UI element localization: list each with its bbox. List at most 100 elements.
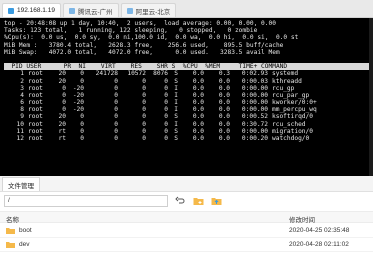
process-cpu: 0.0 xyxy=(192,84,204,92)
process-cmd: mm_percpu_wq xyxy=(272,106,317,114)
process-ni: 0 xyxy=(80,113,84,121)
process-row: 1 root 20 0 241728 10572 8076 S 0.0 0.3 0:02.93 sys… xyxy=(4,70,369,77)
process-res: 0 xyxy=(142,99,146,107)
folder-icon xyxy=(6,227,15,234)
process-mem: 0.0 xyxy=(218,99,230,107)
process-ni: -20 xyxy=(72,106,84,114)
process-s: I xyxy=(174,99,178,107)
process-shr: 0 xyxy=(164,106,168,114)
process-shr: 0 xyxy=(164,99,168,107)
file-row[interactable]: dev 2020-04-28 02:11:02 xyxy=(0,238,373,252)
process-mem: 0.0 xyxy=(218,127,230,135)
process-cpu: 0.0 xyxy=(192,77,204,85)
process-pid: 11 xyxy=(16,127,24,135)
folder-icon xyxy=(6,241,15,248)
process-pr: 0 xyxy=(62,84,66,92)
process-res: 0 xyxy=(142,120,146,128)
process-user: root xyxy=(28,84,43,92)
process-time: 0:00.00 xyxy=(241,127,268,135)
process-pid: 9 xyxy=(20,113,24,121)
process-pr: rt xyxy=(58,127,66,135)
process-time: 0:00.00 xyxy=(241,84,268,92)
process-time: 0:00.00 xyxy=(241,106,268,114)
process-res: 0 xyxy=(142,113,146,121)
tab-session-aliyun[interactable]: 阿里云-北京 xyxy=(120,3,177,17)
process-row: 8 root 0 -20 0 0 0 I 0.0 0.0 0:00.00 mm_percpu_wq xyxy=(4,106,369,113)
process-mem: 0.0 xyxy=(218,113,230,121)
process-cmd: ksoftirqd/0 xyxy=(272,113,313,121)
tab-session-local[interactable]: 192.168.1.19 xyxy=(2,3,61,17)
process-user: root xyxy=(28,135,43,142)
process-pr: 20 xyxy=(58,70,66,78)
process-cpu: 0.0 xyxy=(192,91,204,99)
tab-file-manager[interactable]: 文件管理 xyxy=(2,177,40,191)
process-pr: 0 xyxy=(62,106,66,114)
top-summary-line: top - 20:48:08 up 1 day, 10:40, 2 users,… xyxy=(4,20,276,27)
terminal-output[interactable]: top - 20:48:08 up 1 day, 10:40, 2 users,… xyxy=(0,18,373,176)
back-icon[interactable] xyxy=(174,195,186,207)
process-mem: 0.0 xyxy=(218,91,230,99)
process-pid: 8 xyxy=(20,106,24,114)
tab-label: 阿里云-北京 xyxy=(135,8,171,16)
process-row: 9 root 20 0 0 0 0 S 0.0 0.0 0:00.52 ksoftirqd/0 xyxy=(4,113,369,120)
process-virt: 0 xyxy=(114,127,118,135)
process-pid: 10 xyxy=(16,120,24,128)
file-manager-tabbar: 文件管理 xyxy=(0,176,373,192)
process-virt: 0 xyxy=(114,77,118,85)
process-pid: 2 xyxy=(20,77,24,85)
terminal-icon xyxy=(68,7,75,14)
process-virt: 0 xyxy=(114,91,118,99)
tab-label: 192.168.1.19 xyxy=(17,7,55,14)
file-row[interactable]: boot 2020-04-25 02:35:48 xyxy=(0,224,373,238)
process-time: 0:02.93 xyxy=(241,70,268,78)
process-res: 0 xyxy=(142,91,146,99)
process-res: 0 xyxy=(142,77,146,85)
process-virt: 241728 xyxy=(95,70,118,78)
process-pr: rt xyxy=(58,135,66,142)
process-row: 12 root rt 0 0 0 0 S 0.0 0.0 0:00.20 watchdog/0 xyxy=(4,135,369,142)
process-pid: 12 xyxy=(16,135,24,142)
process-s: S xyxy=(174,70,178,78)
process-ni: -20 xyxy=(72,99,84,107)
process-row: 2 root 20 0 0 0 0 S 0.0 0.0 0:00.03 kthreadd xyxy=(4,78,369,85)
process-virt: 0 xyxy=(114,106,118,114)
path-input[interactable] xyxy=(4,194,168,207)
file-mtime: 2020-04-25 02:35:48 xyxy=(289,227,350,234)
process-cmd: rcu_gp xyxy=(272,84,295,92)
process-cpu: 0.0 xyxy=(192,120,204,128)
process-row: 4 root 0 -20 0 0 0 I 0.0 0.0 0:00.00 rcu_par_gp xyxy=(4,92,369,99)
process-user: root xyxy=(28,106,43,114)
top-summary-line: MiB Mem : 3780.4 total, 2628.3 free, 256… xyxy=(4,41,284,49)
process-cmd: rcu_par_gp xyxy=(272,91,310,99)
process-user: root xyxy=(28,99,43,107)
process-s: S xyxy=(174,113,178,121)
terminal-scrollbar[interactable] xyxy=(369,18,373,176)
process-virt: 0 xyxy=(114,113,118,121)
process-user: root xyxy=(28,120,43,128)
process-virt: 0 xyxy=(114,135,118,142)
process-table-header: PID USER PR NI VIRT RES SHR S %CPU %MEM … xyxy=(4,63,369,71)
terminal-icon xyxy=(8,7,14,14)
upload-icon[interactable] xyxy=(210,195,222,207)
process-shr: 0 xyxy=(164,91,168,99)
column-header-mtime[interactable]: 修改时间 xyxy=(289,214,315,224)
process-shr: 0 xyxy=(164,113,168,121)
process-pid: 6 xyxy=(20,99,24,107)
file-mtime: 2020-04-28 02:11:02 xyxy=(289,241,349,248)
process-user: root xyxy=(28,70,43,78)
process-res: 0 xyxy=(142,127,146,135)
process-res: 0 xyxy=(142,135,146,142)
process-pr: 20 xyxy=(58,113,66,121)
column-header-name[interactable]: 名称 xyxy=(6,214,19,224)
terminal-icon xyxy=(126,7,133,14)
process-pr: 0 xyxy=(62,91,66,99)
tab-session-tencent[interactable]: 腾讯云-广州 xyxy=(62,3,119,17)
process-s: I xyxy=(174,84,178,92)
new-folder-icon[interactable] xyxy=(192,195,204,207)
file-list-header: 名称 修改时间 xyxy=(0,211,373,224)
process-time: 0:00.03 xyxy=(241,77,268,85)
process-cmd: migration/0 xyxy=(272,127,313,135)
process-cpu: 0.0 xyxy=(192,70,204,78)
process-pr: 0 xyxy=(62,99,66,107)
process-user: root xyxy=(28,77,43,85)
